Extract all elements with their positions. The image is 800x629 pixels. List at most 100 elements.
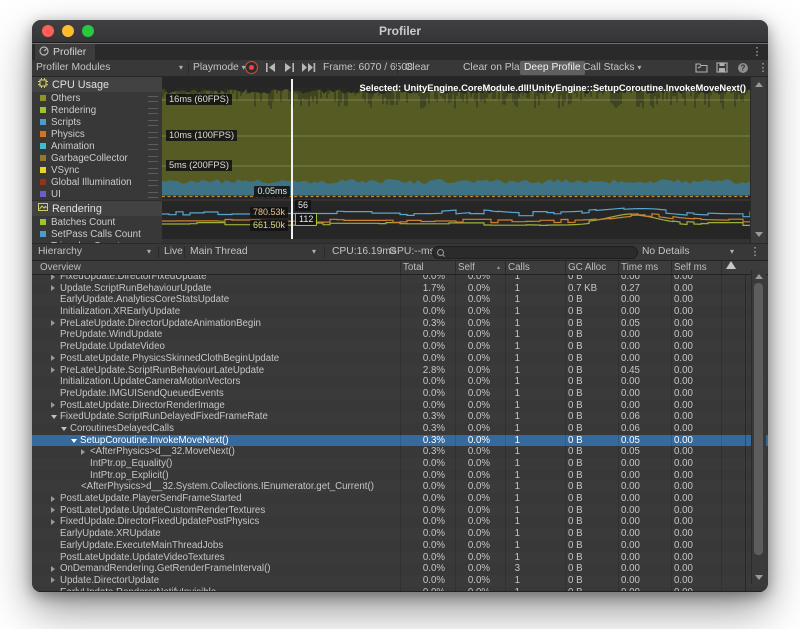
scroll-down-icon[interactable] [755, 575, 763, 580]
drag-handle-icon[interactable] [148, 108, 158, 114]
selected-frame-line[interactable] [291, 79, 293, 239]
toolbar-menu-kebab-icon[interactable]: ⋮ [756, 60, 768, 76]
zoom-button[interactable] [82, 25, 94, 37]
row-label: PreUpdate.UpdateVideo [60, 341, 165, 353]
column-header-gc-alloc[interactable]: GC Alloc [568, 261, 606, 274]
deep-profile-button[interactable]: Deep Profile [520, 61, 585, 75]
table-scrollbar[interactable] [751, 270, 766, 584]
row-value: 1 [480, 470, 520, 482]
live-toggle[interactable]: Live [164, 244, 183, 260]
row-value: 0.45 [621, 365, 671, 377]
scroll-down-icon[interactable] [755, 232, 763, 237]
tab-menu-kebab-icon[interactable]: ⋮ [750, 44, 764, 60]
hierarchy-menu-kebab-icon[interactable]: ⋮ [748, 244, 762, 260]
clear-button[interactable]: Clear [402, 60, 433, 76]
collapse-arrow-icon[interactable] [71, 439, 77, 443]
drag-handle-icon[interactable] [148, 192, 158, 198]
expand-arrow-icon[interactable] [51, 577, 55, 583]
drag-handle-icon[interactable] [148, 132, 158, 138]
load-profile-icon[interactable] [695, 60, 708, 76]
details-dropdown[interactable]: No Details [642, 244, 690, 260]
row-value: 0.00 [674, 528, 722, 540]
legend-item[interactable]: Physics [32, 128, 162, 140]
frame-time-badge: 0.05ms [254, 186, 290, 197]
legend-item[interactable]: Global Illumination [32, 176, 162, 188]
row-value: 0 B [568, 376, 628, 388]
column-header-self-ms[interactable]: Self ms [674, 261, 707, 274]
legend-item[interactable]: SetPass Calls Count [32, 228, 162, 240]
thread-dropdown[interactable]: Main Thread [190, 244, 248, 260]
drag-handle-icon[interactable] [148, 144, 158, 150]
column-header-overview[interactable]: Overview [40, 261, 81, 274]
expand-arrow-icon[interactable] [51, 285, 55, 291]
legend-item[interactable]: Batches Count [32, 216, 162, 228]
scrollbar-thumb[interactable] [754, 283, 763, 555]
drag-handle-icon[interactable] [148, 96, 158, 102]
row-value: 1 [480, 318, 520, 330]
column-header-total[interactable]: Total [403, 261, 424, 274]
drag-handle-icon[interactable] [148, 168, 158, 174]
drag-handle-icon[interactable] [148, 120, 158, 126]
expand-arrow-icon[interactable] [81, 449, 85, 455]
warnings-column-icon[interactable] [726, 261, 736, 269]
row-label: PostLateUpdate.UpdateCustomRenderTexture… [60, 505, 265, 517]
clear-on-play-button[interactable]: Clear on Play [460, 60, 528, 76]
row-value: 0.05 [621, 435, 671, 447]
row-value: 1 [480, 400, 520, 412]
save-profile-icon[interactable] [716, 60, 728, 76]
close-button[interactable] [42, 25, 54, 37]
expand-arrow-icon[interactable] [51, 367, 55, 373]
cpu-usage-module-header[interactable]: CPU Usage [32, 77, 162, 92]
expand-arrow-icon[interactable] [51, 519, 55, 525]
row-value: 1 [480, 540, 520, 552]
row-value: 0 B [568, 493, 628, 505]
legend-item[interactable]: Others [32, 92, 162, 104]
minimize-button[interactable] [62, 25, 74, 37]
column-header-calls[interactable]: Calls [508, 261, 530, 274]
expand-arrow-icon[interactable] [51, 355, 55, 361]
gridline-label-5ms: 5ms (200FPS) [166, 160, 232, 171]
scroll-up-icon[interactable] [755, 82, 763, 87]
column-header-self[interactable]: Self [458, 261, 475, 274]
legend-item[interactable]: GarbageCollector [32, 152, 162, 164]
row-value: 0.00 [621, 388, 671, 400]
view-mode-dropdown[interactable]: Hierarchy [38, 244, 82, 260]
drag-handle-icon[interactable] [148, 180, 158, 186]
legend-item[interactable]: Animation [32, 140, 162, 152]
row-label: Update.ScriptRunBehaviourUpdate [60, 283, 211, 295]
collapse-arrow-icon[interactable] [61, 427, 67, 431]
rendering-module-header[interactable]: Rendering [32, 200, 162, 216]
expand-arrow-icon[interactable] [51, 402, 55, 408]
legend-item[interactable]: Scripts [32, 116, 162, 128]
legend-swatch-icon [40, 219, 46, 225]
legend-item[interactable]: Rendering [32, 104, 162, 116]
profiler-modules-dropdown[interactable]: Profiler Modules [36, 60, 110, 76]
cpu-usage-chart[interactable] [162, 79, 750, 199]
column-header-time-ms[interactable]: Time ms [621, 261, 658, 274]
record-button[interactable] [245, 61, 258, 74]
expand-arrow-icon[interactable] [51, 496, 55, 502]
row-value: 1 [480, 516, 520, 528]
legend-swatch-icon [40, 167, 46, 173]
legend-item[interactable]: UI [32, 188, 162, 200]
last-frame-button[interactable] [301, 60, 316, 76]
row-value: 0.00 [621, 516, 671, 528]
drag-handle-icon[interactable] [148, 156, 158, 162]
call-stacks-dropdown[interactable]: Call Stacks ▾ [580, 60, 644, 76]
next-frame-button[interactable] [283, 60, 295, 76]
scroll-up-icon[interactable] [755, 274, 763, 279]
chart-scrollbar[interactable] [750, 77, 766, 243]
legend-item[interactable]: VSync [32, 164, 162, 176]
tab-profiler[interactable]: Profiler [35, 44, 95, 60]
profiler-gauge-icon [39, 46, 49, 59]
expand-arrow-icon[interactable] [51, 320, 55, 326]
search-input[interactable] [449, 247, 633, 260]
search-field[interactable] [432, 246, 638, 259]
expand-arrow-icon[interactable] [51, 566, 55, 572]
collapse-arrow-icon[interactable] [51, 415, 57, 419]
previous-frame-button[interactable] [265, 60, 277, 76]
help-icon[interactable]: ? [737, 60, 749, 76]
expand-arrow-icon[interactable] [51, 507, 55, 513]
expand-arrow-icon[interactable] [51, 275, 55, 280]
playmode-dropdown[interactable]: Playmode ▾ [193, 60, 246, 76]
